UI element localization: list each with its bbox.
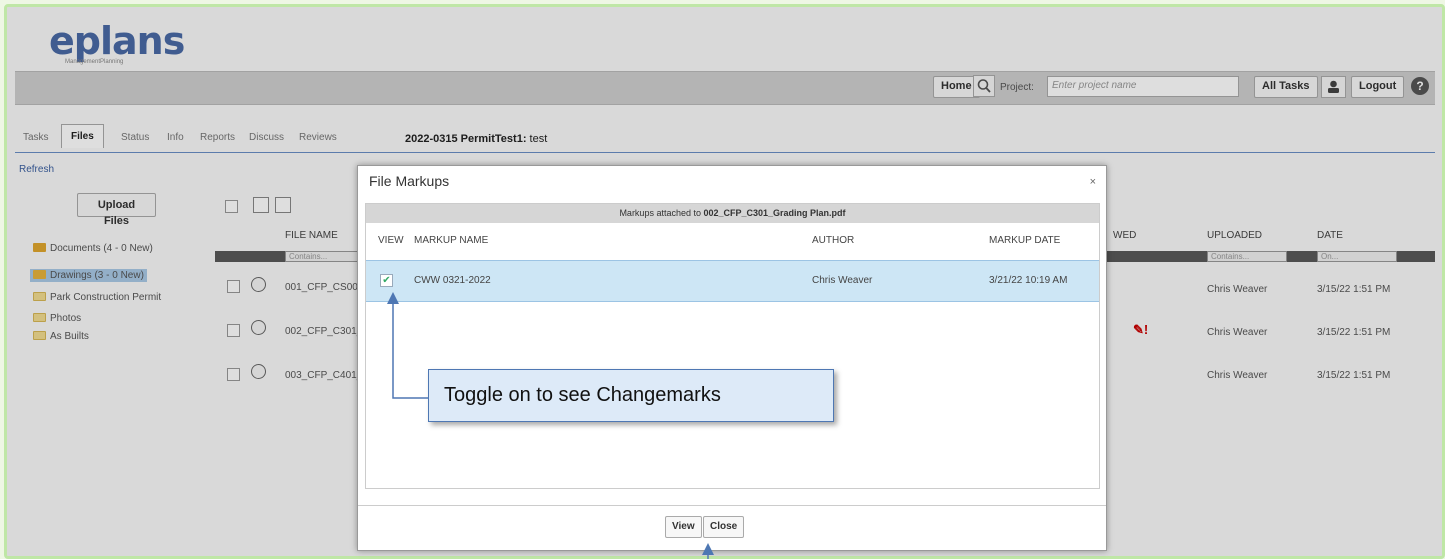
callout-connector [392, 300, 428, 399]
arrow-up-checkbox [387, 292, 399, 304]
arrow-up-view-button [702, 543, 714, 555]
annotation-arrows [387, 292, 714, 559]
